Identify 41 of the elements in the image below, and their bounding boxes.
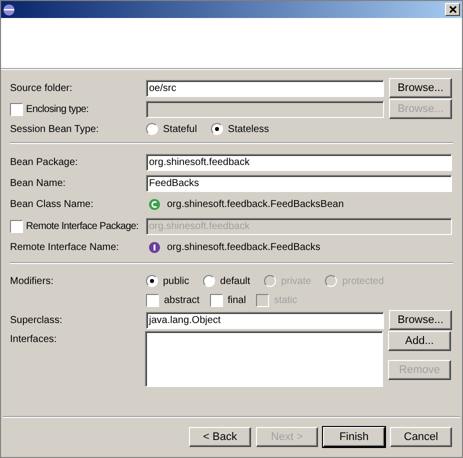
dialog-button[interactable]: Cancel (390, 427, 452, 447)
field-label: Modifiers: (10, 274, 54, 288)
text-field[interactable]: FeedBacks (146, 174, 452, 192)
radio-label: public (163, 274, 190, 288)
close-button[interactable] (445, 3, 460, 16)
checkbox-label: final (228, 294, 246, 308)
dialog-button[interactable]: Finish (323, 427, 385, 447)
interfaces-list[interactable] (145, 331, 383, 387)
checkbox[interactable] (146, 294, 159, 306)
close-icon (448, 6, 456, 13)
class-name-text: org.shinesoft.feedback.FeedBacks (167, 241, 320, 255)
field-label: Enclosing type: (26, 102, 89, 116)
field-label: Bean Name: (10, 176, 66, 190)
field-label: Session Bean Type: (10, 122, 99, 136)
field-label: Source folder: (10, 82, 72, 96)
field-label: Bean Package: (10, 156, 78, 170)
radio-button[interactable] (203, 275, 216, 287)
text-field[interactable]: org.shinesoft.feedback (146, 154, 452, 170)
text-field[interactable]: oe/src (146, 80, 384, 96)
interface-icon (149, 242, 160, 253)
dialog-button[interactable]: < Back (189, 427, 251, 447)
field-label: Superclass: (10, 314, 62, 328)
field-label: Remote Interface Package: (26, 220, 138, 234)
class-name-text: org.shinesoft.feedback.FeedBacksBean (167, 198, 344, 212)
radio-label: Stateless (228, 122, 270, 136)
eclipse-logo-icon (3, 4, 15, 16)
list-button[interactable]: Add... (388, 331, 451, 351)
class-icon (149, 199, 160, 210)
browse-button[interactable]: Browse... (389, 78, 452, 98)
field-label: Interfaces: (10, 334, 57, 345)
checkbox-label: abstract (164, 294, 200, 308)
radio-label: Stateful (163, 122, 197, 136)
field-label: Remote Interface Name: (10, 241, 119, 255)
text-field[interactable]: java.lang.Object (146, 312, 384, 328)
radio-label: default (220, 274, 250, 288)
radio-button[interactable] (146, 123, 158, 135)
radio-button[interactable] (210, 123, 223, 135)
checkbox[interactable] (210, 294, 223, 306)
radio-button[interactable] (146, 275, 158, 287)
field-label: Bean Class Name: (10, 198, 94, 212)
browse-button[interactable]: Browse... (389, 310, 452, 330)
